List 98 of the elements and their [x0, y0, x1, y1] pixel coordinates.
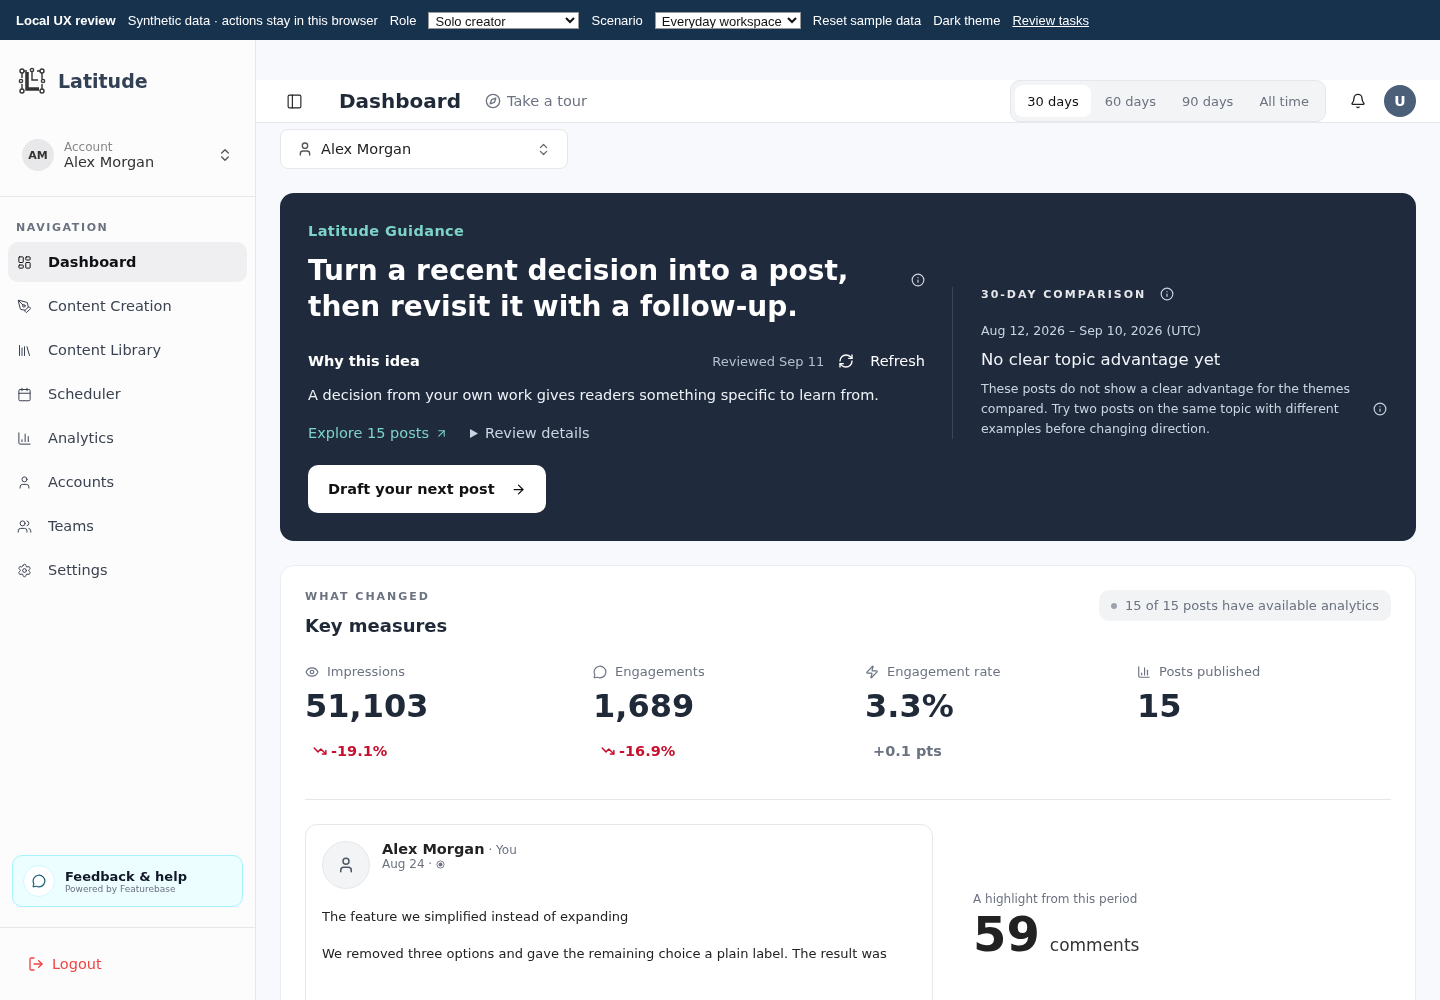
highlight-label: A highlight from this period [973, 892, 1139, 906]
nav-item[interactable]: Dashboard [8, 242, 247, 282]
metric-label: Posts published [1137, 664, 1391, 679]
notifications-icon[interactable] [1350, 93, 1366, 109]
post-date: Aug 24 · [382, 857, 916, 871]
compass-icon [485, 93, 501, 109]
section-title: Key measures [305, 615, 448, 636]
author-avatar [322, 841, 370, 889]
metric-change: +0.1 pts [873, 743, 943, 759]
calendar-icon [17, 386, 32, 402]
page-title: Dashboard [339, 89, 461, 113]
metric-value: 15 [1137, 687, 1183, 725]
guidance-eyebrow: Latitude Guidance [308, 223, 466, 239]
review-details-toggle[interactable]: Review details [469, 425, 590, 441]
account-label: Account [64, 140, 114, 154]
range-tab[interactable]: 90 days [1170, 85, 1246, 117]
library-icon [17, 342, 32, 358]
account-name[interactable]: Alex Morgan [64, 154, 207, 170]
lightning-icon [865, 664, 879, 679]
toolbar-action[interactable]: Reset sample data [812, 12, 922, 28]
highlight-value: 59 [973, 906, 1040, 962]
nav-item[interactable]: Content Creation [8, 286, 247, 326]
nav-item[interactable]: Teams [8, 506, 247, 546]
nav-item[interactable]: Scheduler [8, 374, 247, 414]
metric-change: -16.9% [601, 743, 865, 759]
post-body: We removed three options and gave the remaining choice a plain label. The result was [322, 946, 888, 961]
explore-link[interactable]: Explore 15 posts [308, 425, 448, 441]
toolbar-action[interactable]: Dark theme [933, 12, 1001, 28]
chat-icon [23, 865, 55, 897]
reviewed-date: Reviewed Sep 11 [712, 353, 825, 369]
trend-down-icon [313, 744, 327, 758]
bar-chart-icon [17, 430, 32, 446]
trend-down-icon [601, 744, 615, 758]
nav-item[interactable]: Analytics [8, 418, 247, 458]
metric-label: Impressions [305, 664, 593, 679]
bar-chart-icon [1137, 664, 1151, 679]
tour-link[interactable]: Take a tour [485, 93, 587, 109]
refresh-icon [838, 353, 855, 369]
info-icon[interactable] [911, 273, 925, 287]
brand-name: Latitude [58, 70, 148, 92]
arrow-icon [510, 481, 526, 497]
post-title: The feature we simplified instead of expanding [322, 909, 630, 924]
comparison-body: These posts do not show a clear advantage for the themes compared. Try two posts on the same topic with different examples before changing direction. [981, 380, 1351, 438]
feedback-button[interactable]: Feedback & help Powered by Featurebase [12, 855, 243, 907]
highlight-unit: comments [1049, 935, 1140, 955]
dashboard-icon [17, 254, 32, 270]
metric-label: Engagement rate [865, 664, 1137, 679]
pen-icon [17, 298, 32, 314]
feedback-subtitle: Powered by Featurebase [65, 883, 176, 894]
nav-item[interactable]: Settings [8, 550, 247, 590]
guidance-headline: Turn a recent decision into a post, then revisit it with a follow-up. [308, 253, 850, 325]
metric-value: 1,689 [593, 687, 696, 725]
guidance-body: A decision from your own work gives readers something specific to learn from. [308, 387, 880, 403]
author-name: Alex Morgan · You [382, 841, 518, 857]
info-icon[interactable] [1160, 287, 1175, 301]
scenario-label: Scenario [591, 12, 643, 28]
draft-post-button[interactable]: Draft your next post [308, 465, 546, 513]
sidebar-toggle-icon[interactable] [286, 92, 303, 110]
logo-icon [18, 67, 46, 95]
info-icon[interactable] [1373, 402, 1387, 416]
feedback-title: Feedback & help [65, 868, 188, 884]
scenario-select[interactable]: Everyday workspace [654, 11, 801, 29]
user-icon [297, 141, 313, 157]
range-tab[interactable]: All time [1247, 85, 1321, 117]
section-eyebrow: WHAT CHANGED [305, 590, 431, 603]
user-avatar[interactable]: U [1384, 85, 1416, 117]
comparison-title: No clear topic advantage yet [981, 350, 1222, 369]
globe-icon [436, 859, 446, 869]
metric-label: Engagements [593, 664, 865, 679]
nav-item[interactable]: Content Library [8, 330, 247, 370]
status-dot [1111, 602, 1118, 609]
synthetic-data-note: Synthetic data · actions stay in this browser [127, 12, 378, 28]
logout-link[interactable]: Logout [28, 956, 227, 972]
account-select[interactable]: Alex Morgan [280, 129, 568, 169]
refresh-button[interactable]: Refresh [838, 353, 925, 369]
why-heading: Why this idea [308, 353, 421, 369]
role-select[interactable]: Solo creator [428, 11, 580, 29]
metric-value: 3.3% [865, 687, 955, 725]
users-icon [17, 518, 32, 534]
metric-change: -19.1% [313, 743, 593, 759]
range-tab[interactable]: 30 days [1015, 85, 1091, 117]
account-avatar: AM [22, 139, 54, 171]
eye-icon [305, 664, 319, 679]
nav-heading: NAVIGATION [15, 220, 110, 236]
settings-icon [17, 562, 32, 578]
user-icon [17, 474, 32, 490]
nav-item[interactable]: Accounts [8, 462, 247, 502]
review-label: Local UX review [16, 12, 116, 28]
speech-bubble-icon [593, 664, 607, 679]
logout-icon [28, 956, 44, 972]
comparison-heading: 30-DAY COMPARISON [981, 287, 1147, 301]
role-label: Role [389, 12, 417, 28]
metric-value: 51,103 [305, 687, 430, 725]
triangle-icon [469, 428, 478, 438]
analytics-badge: 15 of 15 posts have available analytics [1099, 590, 1391, 621]
review-tasks-link[interactable]: Review tasks [1012, 12, 1089, 28]
range-tab[interactable]: 60 days [1092, 85, 1168, 117]
comparison-range: Aug 12, 2026 – Sep 10, 2026 (UTC) [981, 323, 1202, 338]
